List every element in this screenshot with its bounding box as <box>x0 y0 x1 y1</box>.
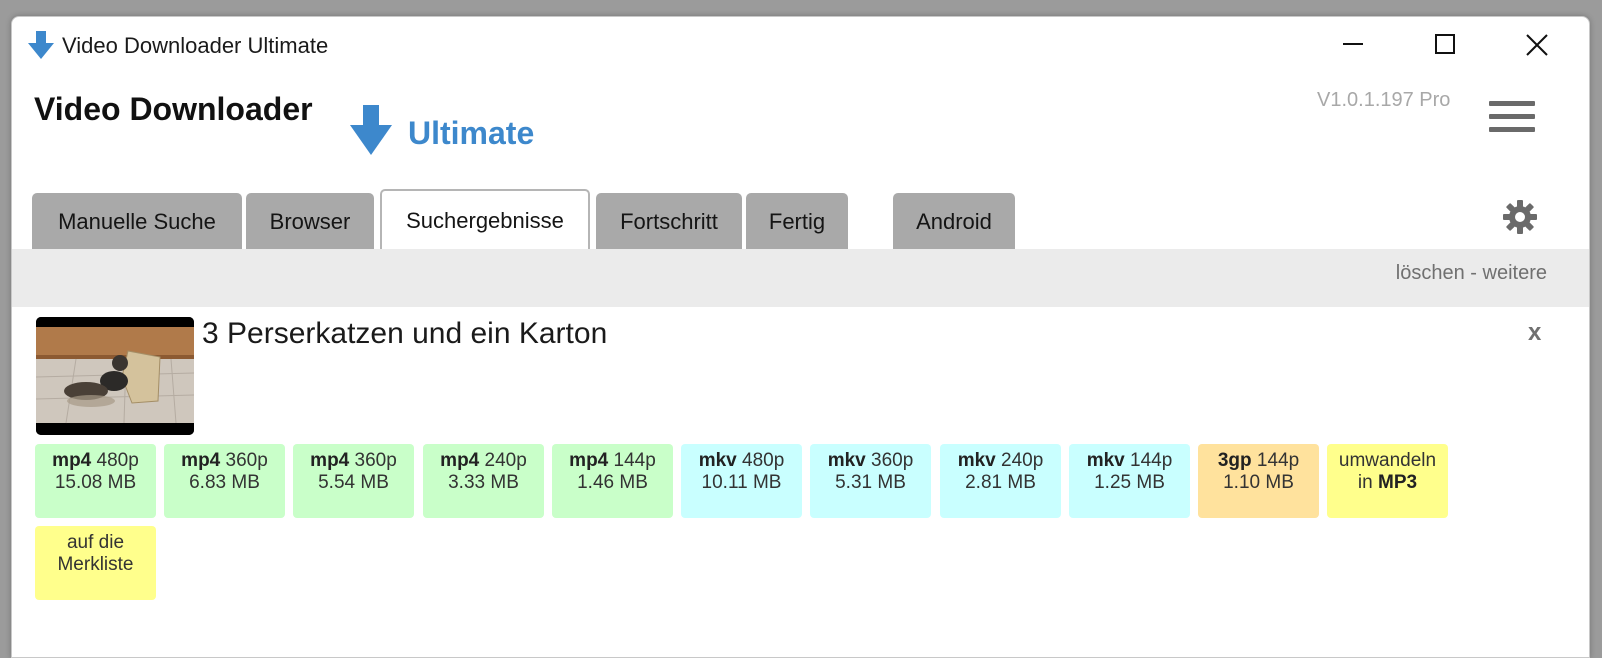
minimize-icon <box>1343 43 1363 45</box>
tab-manuelle-suche[interactable]: Manuelle Suche <box>32 193 242 249</box>
download-size: 6.83 MB <box>189 472 260 493</box>
minimize-button[interactable] <box>1307 17 1399 73</box>
video-thumbnail-image <box>36 317 194 435</box>
watchlist-line2: Merkliste <box>57 554 134 575</box>
download-format: mkv <box>1086 450 1125 471</box>
download-option-mp4-360p[interactable]: mp4 360p 6.83 MB <box>164 444 285 518</box>
download-format: mkv <box>957 450 996 471</box>
download-quality: 240p <box>1001 450 1044 471</box>
download-option-mp4-360p[interactable]: mp4 360p 5.54 MB <box>293 444 414 518</box>
close-icon <box>1526 34 1548 56</box>
convert-target-format: MP3 <box>1378 472 1418 493</box>
download-quality: 144p <box>613 450 656 471</box>
remove-result-button[interactable]: x <box>1528 319 1541 347</box>
download-format: mp4 <box>52 450 92 471</box>
download-format-line: mp4 360p <box>164 450 285 472</box>
convert-line1: umwandeln <box>1338 450 1437 471</box>
download-option-mp4-480p[interactable]: mp4 480p 15.08 MB <box>35 444 156 518</box>
toolbar-links: löschen - weitere <box>1396 262 1547 285</box>
download-format: mkv <box>698 450 737 471</box>
download-arrow-icon <box>350 105 392 155</box>
download-size: 1.46 MB <box>577 472 648 493</box>
title-bar: Video Downloader Ultimate <box>12 17 1589 75</box>
convert-to-mp3-button[interactable]: umwandeln in MP3 <box>1327 444 1448 518</box>
download-quality: 144p <box>1130 450 1173 471</box>
maximize-icon <box>1435 34 1455 54</box>
download-option-mkv-240p[interactable]: mkv 240p 2.81 MB <box>940 444 1061 518</box>
watchlist-line1: auf die <box>66 532 125 553</box>
video-title: 3 Perserkatzen und ein Karton <box>202 317 608 350</box>
download-option-mkv-480p[interactable]: mkv 480p 10.11 MB <box>681 444 802 518</box>
download-format-line: 3gp 144p <box>1198 450 1319 472</box>
download-format-line: mp4 144p <box>552 450 673 472</box>
hamburger-menu-icon[interactable] <box>1489 99 1537 139</box>
toolbar-strip: löschen - weitere <box>12 249 1589 307</box>
download-size: 15.08 MB <box>54 472 137 493</box>
add-to-watchlist-button[interactable]: auf die Merkliste <box>35 526 156 600</box>
download-format: mp4 <box>310 450 350 471</box>
download-arrow-icon <box>28 31 54 59</box>
download-size: 2.81 MB <box>965 472 1036 493</box>
app-edition: Ultimate <box>408 115 535 151</box>
download-option-mkv-360p[interactable]: mkv 360p 5.31 MB <box>810 444 931 518</box>
more-link[interactable]: weitere <box>1483 262 1547 284</box>
tab-browser[interactable]: Browser <box>246 193 374 249</box>
download-format-line: mkv 240p <box>940 450 1061 472</box>
convert-prefix: in <box>1357 472 1378 493</box>
link-separator: - <box>1464 262 1483 284</box>
video-thumbnail[interactable] <box>36 317 194 435</box>
download-size: 5.31 MB <box>835 472 906 493</box>
app-window: Video Downloader Ultimate Video Download… <box>11 16 1590 658</box>
download-quality: 360p <box>871 450 914 471</box>
download-quality: 360p <box>354 450 397 471</box>
close-window-button[interactable] <box>1491 17 1583 73</box>
window-title: Video Downloader Ultimate <box>62 33 329 58</box>
convert-line2: in MP3 <box>1327 472 1448 494</box>
download-size: 1.10 MB <box>1223 472 1294 493</box>
download-option-mkv-144p[interactable]: mkv 144p 1.25 MB <box>1069 444 1190 518</box>
download-option-3gp-144p[interactable]: 3gp 144p 1.10 MB <box>1198 444 1319 518</box>
download-format-line: mp4 240p <box>423 450 544 472</box>
download-size: 1.25 MB <box>1094 472 1165 493</box>
download-quality: 480p <box>742 450 785 471</box>
version-label: V1.0.1.197 Pro <box>1317 89 1451 111</box>
tab-fortschritt[interactable]: Fortschritt <box>596 193 742 249</box>
download-option-mp4-144p[interactable]: mp4 144p 1.46 MB <box>552 444 673 518</box>
gear-icon[interactable] <box>1502 199 1538 235</box>
download-format-line: mp4 480p <box>35 450 156 472</box>
download-format-line: mkv 144p <box>1069 450 1190 472</box>
tab-android[interactable]: Android <box>893 193 1015 249</box>
download-option-mp4-240p[interactable]: mp4 240p 3.33 MB <box>423 444 544 518</box>
download-format-line: mkv 480p <box>681 450 802 472</box>
maximize-button[interactable] <box>1399 17 1491 73</box>
download-size: 5.54 MB <box>318 472 389 493</box>
download-format-line: mkv 360p <box>810 450 931 472</box>
tab-fertig[interactable]: Fertig <box>746 193 848 249</box>
download-size: 3.33 MB <box>448 472 519 493</box>
download-quality: 144p <box>1256 450 1300 471</box>
download-format: mp4 <box>440 450 480 471</box>
app-name: Video Downloader <box>34 91 313 127</box>
download-quality: 480p <box>96 450 139 471</box>
download-format-line: mp4 360p <box>293 450 414 472</box>
download-format: mkv <box>827 450 866 471</box>
download-format: 3gp <box>1217 450 1252 471</box>
download-quality: 360p <box>225 450 268 471</box>
download-quality: 240p <box>484 450 527 471</box>
download-format: mp4 <box>181 450 221 471</box>
clear-link[interactable]: löschen <box>1396 262 1465 284</box>
download-size: 10.11 MB <box>701 472 782 493</box>
download-format: mp4 <box>569 450 609 471</box>
tab-suchergebnisse[interactable]: Suchergebnisse <box>380 189 590 251</box>
